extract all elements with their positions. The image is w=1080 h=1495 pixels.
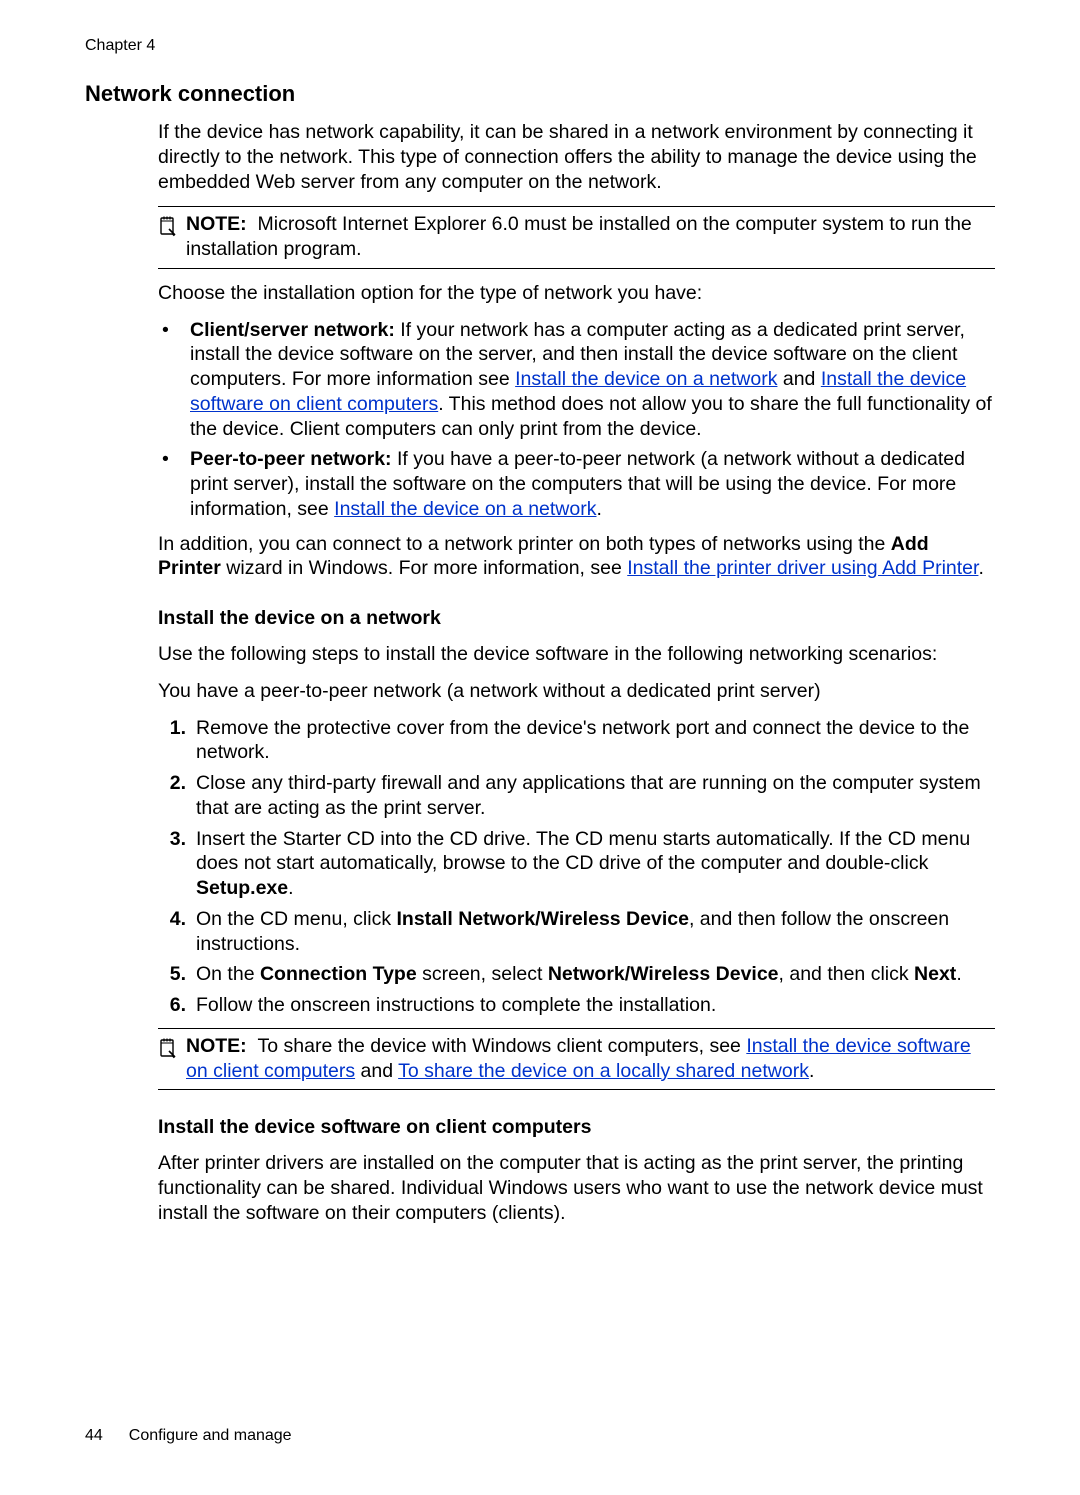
link-share-device-local[interactable]: To share the device on a locally shared … xyxy=(398,1060,809,1082)
section-heading: Network connection xyxy=(85,81,995,107)
subsection-heading: Install the device on a network xyxy=(158,607,995,630)
step-number: 1. xyxy=(158,716,196,766)
after-paragraph: After printer drivers are installed on t… xyxy=(158,1151,995,1225)
bullet-label: Peer-to-peer network: xyxy=(190,448,392,470)
network-type-list: • Client/server network: If your network… xyxy=(158,318,995,522)
note-label: NOTE: xyxy=(186,213,247,235)
step-number: 3. xyxy=(158,827,196,901)
step-number: 2. xyxy=(158,771,196,821)
note-label: NOTE: xyxy=(186,1035,247,1057)
list-item: 4. On the CD menu, click Install Network… xyxy=(158,907,995,957)
list-item: • Client/server network: If your network… xyxy=(158,318,995,442)
list-item: • Peer-to-peer network: If you have a pe… xyxy=(158,447,995,521)
note-box: NOTE: Microsoft Internet Explorer 6.0 mu… xyxy=(158,206,995,269)
list-item: 5. On the Connection Type screen, select… xyxy=(158,962,995,987)
chapter-label: Chapter 4 xyxy=(85,37,995,55)
steps-list: 1. Remove the protective cover from the … xyxy=(158,716,995,1018)
note-box: NOTE: To share the device with Windows c… xyxy=(158,1028,995,1091)
section-body: If the device has network capability, it… xyxy=(158,120,995,1226)
addition-paragraph: In addition, you can connect to a networ… xyxy=(158,532,995,582)
page: Chapter 4 Network connection If the devi… xyxy=(0,0,1080,1495)
note-icon xyxy=(158,1037,186,1059)
link-install-device-network[interactable]: Install the device on a network xyxy=(515,368,777,390)
link-install-driver-add-printer[interactable]: Install the printer driver using Add Pri… xyxy=(627,557,978,579)
list-item: 6. Follow the onscreen instructions to c… xyxy=(158,993,995,1018)
choose-paragraph: Choose the installation option for the t… xyxy=(158,281,995,306)
step-body: Close any third-party firewall and any a… xyxy=(196,771,995,821)
note-icon xyxy=(158,215,186,237)
step-body: Follow the onscreen instructions to comp… xyxy=(196,993,995,1018)
page-number: 44 xyxy=(85,1427,103,1444)
bullet-label: Client/server network: xyxy=(190,319,395,341)
bullet-marker: • xyxy=(158,447,190,521)
note-text: NOTE: To share the device with Windows c… xyxy=(186,1034,995,1084)
footer-title: Configure and manage xyxy=(129,1427,292,1444)
page-footer: 44 Configure and manage xyxy=(85,1427,292,1445)
scenarios-paragraph: Use the following steps to install the d… xyxy=(158,642,995,667)
step-body: Remove the protective cover from the dev… xyxy=(196,716,995,766)
list-item: 2. Close any third-party firewall and an… xyxy=(158,771,995,821)
step-body: On the Connection Type screen, select Ne… xyxy=(196,962,995,987)
note-text: NOTE: Microsoft Internet Explorer 6.0 mu… xyxy=(186,212,995,262)
list-item: 1. Remove the protective cover from the … xyxy=(158,716,995,766)
step-number: 5. xyxy=(158,962,196,987)
list-item: 3. Insert the Starter CD into the CD dri… xyxy=(158,827,995,901)
subsection-heading: Install the device software on client co… xyxy=(158,1116,995,1139)
step-body: Insert the Starter CD into the CD drive.… xyxy=(196,827,995,901)
bullet-marker: • xyxy=(158,318,190,442)
you-have-paragraph: You have a peer-to-peer network (a netwo… xyxy=(158,679,995,704)
step-number: 6. xyxy=(158,993,196,1018)
step-body: On the CD menu, click Install Network/Wi… xyxy=(196,907,995,957)
link-install-device-network[interactable]: Install the device on a network xyxy=(334,498,596,520)
step-number: 4. xyxy=(158,907,196,957)
note-body: Microsoft Internet Explorer 6.0 must be … xyxy=(186,213,972,260)
intro-paragraph: If the device has network capability, it… xyxy=(158,120,995,194)
